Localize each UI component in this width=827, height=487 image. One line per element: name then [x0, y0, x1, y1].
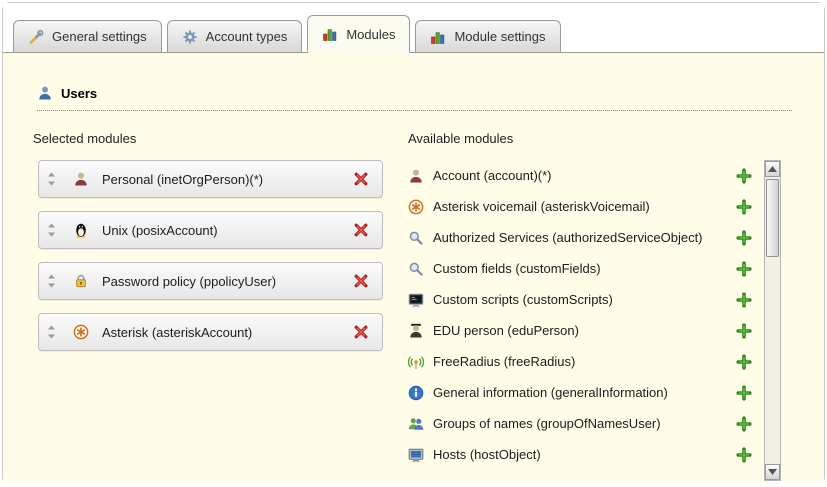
lock-icon: [73, 273, 89, 289]
available-module-row: Groups of names (groupOfNamesUser): [408, 408, 758, 439]
person-icon: [408, 168, 424, 184]
edu-person-icon: [408, 323, 424, 339]
available-module-row: Hosts (hostObject): [408, 439, 758, 470]
wrench-icon: [28, 29, 44, 45]
tab-label: Modules: [346, 27, 395, 42]
available-modules-scrollbar[interactable]: [764, 160, 781, 481]
remove-module-button[interactable]: [353, 171, 369, 187]
scroll-down-button[interactable]: [765, 464, 780, 480]
host-icon: [408, 447, 424, 463]
add-module-button[interactable]: [736, 447, 752, 463]
add-module-button[interactable]: [736, 354, 752, 370]
add-module-button[interactable]: [736, 385, 752, 401]
selected-module-row: Password policy (ppolicyUser): [38, 262, 383, 300]
users-icon: [37, 85, 53, 101]
remove-module-button[interactable]: [353, 222, 369, 238]
drag-handle-icon[interactable]: [47, 172, 56, 186]
gear-icon: [182, 29, 198, 45]
selected-module-row: Asterisk (asteriskAccount): [38, 313, 383, 351]
content-area: Users Selected modules Personal (inetOrg…: [3, 52, 824, 482]
scroll-up-button[interactable]: [765, 161, 780, 177]
screen-icon: [408, 292, 424, 308]
tab-label: Account types: [206, 29, 288, 44]
module-label: Custom scripts (customScripts): [433, 292, 613, 307]
add-module-button[interactable]: [736, 199, 752, 215]
modules-columns: Selected modules Personal (inetOrgPerson…: [33, 131, 794, 470]
module-label: Custom fields (customFields): [433, 261, 601, 276]
drag-handle-icon[interactable]: [47, 325, 56, 339]
module-label: Password policy (ppolicyUser): [102, 274, 276, 289]
remove-module-button[interactable]: [353, 324, 369, 340]
module-label: Account (account)(*): [433, 168, 552, 183]
add-module-button[interactable]: [736, 230, 752, 246]
module-label: FreeRadius (freeRadius): [433, 354, 575, 369]
available-module-row: EDU person (eduPerson): [408, 315, 758, 346]
scrollbar-thumb[interactable]: [766, 179, 779, 257]
chart-icon: [430, 29, 446, 45]
tab-general-settings[interactable]: General settings: [13, 20, 162, 52]
module-label: Asterisk (asteriskAccount): [102, 325, 252, 340]
person-icon: [73, 171, 89, 187]
users-section-header: Users: [37, 85, 792, 111]
module-label: Personal (inetOrgPerson)(*): [102, 172, 263, 187]
selected-modules-heading: Selected modules: [33, 131, 385, 146]
tab-account-types[interactable]: Account types: [167, 20, 303, 52]
available-module-row: Authorized Services (authorizedServiceOb…: [408, 222, 758, 253]
config-panel: General settings Account types Modules Modu…: [2, 2, 825, 481]
chart-icon: [322, 26, 338, 42]
tab-bar: General settings Account types Modules Modu…: [3, 3, 824, 52]
selected-modules-column: Selected modules Personal (inetOrgPerson…: [33, 131, 385, 470]
selected-modules-list: Personal (inetOrgPerson)(*) Unix (posixAc…: [33, 160, 385, 351]
available-modules-list: Account (account)(*) Asterisk voicemail (…: [408, 160, 781, 470]
tab-module-settings[interactable]: Module settings: [415, 20, 560, 52]
group-icon: [408, 416, 424, 432]
available-module-row: Asterisk voicemail (asteriskVoicemail): [408, 191, 758, 222]
tab-modules[interactable]: Modules: [307, 15, 410, 53]
available-module-row: Custom scripts (customScripts): [408, 284, 758, 315]
available-module-row: FreeRadius (freeRadius): [408, 346, 758, 377]
magnifier-icon: [408, 261, 424, 277]
penguin-icon: [73, 222, 89, 238]
available-module-row: General information (generalInformation): [408, 377, 758, 408]
module-label: Unix (posixAccount): [102, 223, 218, 238]
asterisk-icon: [408, 199, 424, 215]
add-module-button[interactable]: [736, 168, 752, 184]
available-module-row: Account (account)(*): [408, 160, 758, 191]
module-label: EDU person (eduPerson): [433, 323, 579, 338]
radius-icon: [408, 354, 424, 370]
drag-handle-icon[interactable]: [47, 274, 56, 288]
available-module-row: Custom fields (customFields): [408, 253, 758, 284]
available-modules-column: Available modules Account (account)(*) As…: [408, 131, 781, 470]
module-label: Groups of names (groupOfNamesUser): [433, 416, 661, 431]
remove-module-button[interactable]: [353, 273, 369, 289]
add-module-button[interactable]: [736, 323, 752, 339]
add-module-button[interactable]: [736, 416, 752, 432]
users-section-title: Users: [61, 86, 97, 101]
module-label: General information (generalInformation): [433, 385, 668, 400]
module-label: Authorized Services (authorizedServiceOb…: [433, 230, 703, 245]
tab-label: General settings: [52, 29, 147, 44]
selected-module-row: Personal (inetOrgPerson)(*): [38, 160, 383, 198]
available-modules-heading: Available modules: [408, 131, 781, 146]
drag-handle-icon[interactable]: [47, 223, 56, 237]
add-module-button[interactable]: [736, 292, 752, 308]
selected-module-row: Unix (posixAccount): [38, 211, 383, 249]
add-module-button[interactable]: [736, 261, 752, 277]
module-label: Asterisk voicemail (asteriskVoicemail): [433, 199, 650, 214]
tab-label: Module settings: [454, 29, 545, 44]
asterisk-icon: [73, 324, 89, 340]
info-icon: [408, 385, 424, 401]
module-label: Hosts (hostObject): [433, 447, 541, 462]
magnifier-icon: [408, 230, 424, 246]
